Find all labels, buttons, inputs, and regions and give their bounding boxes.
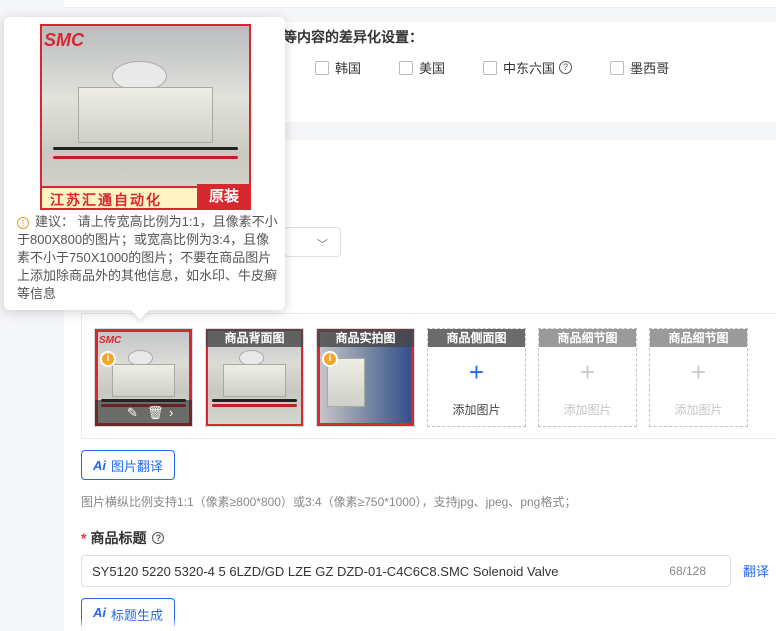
- chevron-down-icon: ﹀: [317, 239, 328, 251]
- title-value: SY5120 5220 5320-4 5 6LZD/GD LZE GZ DZD-…: [92, 563, 559, 579]
- plus-icon: +: [690, 357, 707, 387]
- slot-label: 商品背面图: [206, 329, 303, 347]
- region-checkbox-mexico[interactable]: 墨西哥: [610, 58, 669, 77]
- region-label: 美国: [419, 61, 446, 76]
- button-label: 图片翻译: [110, 458, 163, 474]
- help-icon[interactable]: ?: [559, 61, 573, 74]
- image-tooltip: SMC 江苏汇通自动化 原装 ! 建议： 请上传宽高比例为1:1，且像素不小于8…: [4, 17, 285, 310]
- checkbox-box[interactable]: [483, 60, 498, 75]
- region-checkbox-usa[interactable]: 美国: [399, 58, 445, 77]
- scroll-fade: [64, 618, 776, 631]
- region-checkbox-korea[interactable]: 韩国: [315, 58, 361, 77]
- image-slot-side[interactable]: 商品侧面图 + 添加图片: [427, 328, 526, 427]
- image-format-hint: 图片横纵比例支持1:1（像素≥800*800）或3:4（像素≥750*1000）…: [81, 495, 577, 509]
- plus-icon: +: [579, 357, 596, 387]
- product-title-label: * 商品标题 ?: [81, 528, 165, 548]
- smc-logo: SMC: [99, 335, 122, 346]
- add-image-text: 添加图片: [452, 403, 501, 417]
- char-count: 68/128: [669, 564, 706, 578]
- image-slot-main[interactable]: SMC i ✎ 🗑 ›: [94, 328, 193, 427]
- region-label: 中东六国: [503, 61, 556, 76]
- image-slot-back[interactable]: 商品背面图: [205, 328, 304, 427]
- help-icon[interactable]: ?: [152, 532, 165, 544]
- image-action-bar: ✎ 🗑 ›: [95, 400, 192, 426]
- checkbox-box[interactable]: [610, 60, 625, 75]
- warning-icon: i: [322, 351, 338, 367]
- add-image-text: 添加图片: [563, 403, 612, 417]
- ai-icon: Ai: [92, 457, 106, 473]
- checkbox-box[interactable]: [315, 60, 330, 75]
- image-translate-button[interactable]: Ai 图片翻译: [81, 450, 175, 480]
- slot-label: 商品实拍图: [317, 329, 414, 347]
- slot-label: 商品细节图: [650, 329, 747, 347]
- slot-label: 商品细节图: [539, 329, 636, 347]
- required-mark: *: [81, 530, 87, 546]
- label-text: 商品标题: [90, 530, 147, 546]
- image-slot-real[interactable]: 商品实拍图 i: [316, 328, 415, 427]
- product-title-input[interactable]: SY5120 5220 5320-4 5 6LZD/GD LZE GZ DZD-…: [81, 555, 731, 587]
- warning-icon: i: [100, 351, 116, 367]
- title-translate-link[interactable]: 翻译: [743, 561, 769, 580]
- top-card: [64, 0, 776, 8]
- slot-label: 商品侧面图: [428, 329, 525, 347]
- region-label: 韩国: [335, 61, 362, 76]
- category-select[interactable]: ﹀: [284, 227, 341, 257]
- region-label: 墨西哥: [630, 61, 670, 76]
- tooltip-text: 建议： 请上传宽高比例为1:1，且像素不小于800X800的图片；或宽高比例为3…: [17, 214, 278, 301]
- checkbox-box[interactable]: [399, 60, 414, 75]
- add-image-text: 添加图片: [674, 403, 723, 417]
- tooltip-product-image: SMC 江苏汇通自动化 原装: [40, 24, 251, 210]
- edit-icon[interactable]: ✎: [127, 405, 138, 421]
- image-slot-detail-2: 商品细节图 + 添加图片: [649, 328, 748, 427]
- image-slot-detail-1: 商品细节图 + 添加图片: [538, 328, 637, 427]
- plus-icon: +: [468, 357, 485, 387]
- chevron-right-icon[interactable]: ›: [169, 405, 173, 420]
- region-checkbox-row: 巴西 韩国 美国 中东六国 ? 墨西哥: [231, 58, 707, 77]
- delete-icon[interactable]: 🗑: [147, 405, 164, 421]
- region-checkbox-middle-east[interactable]: 中东六国 ?: [483, 58, 573, 77]
